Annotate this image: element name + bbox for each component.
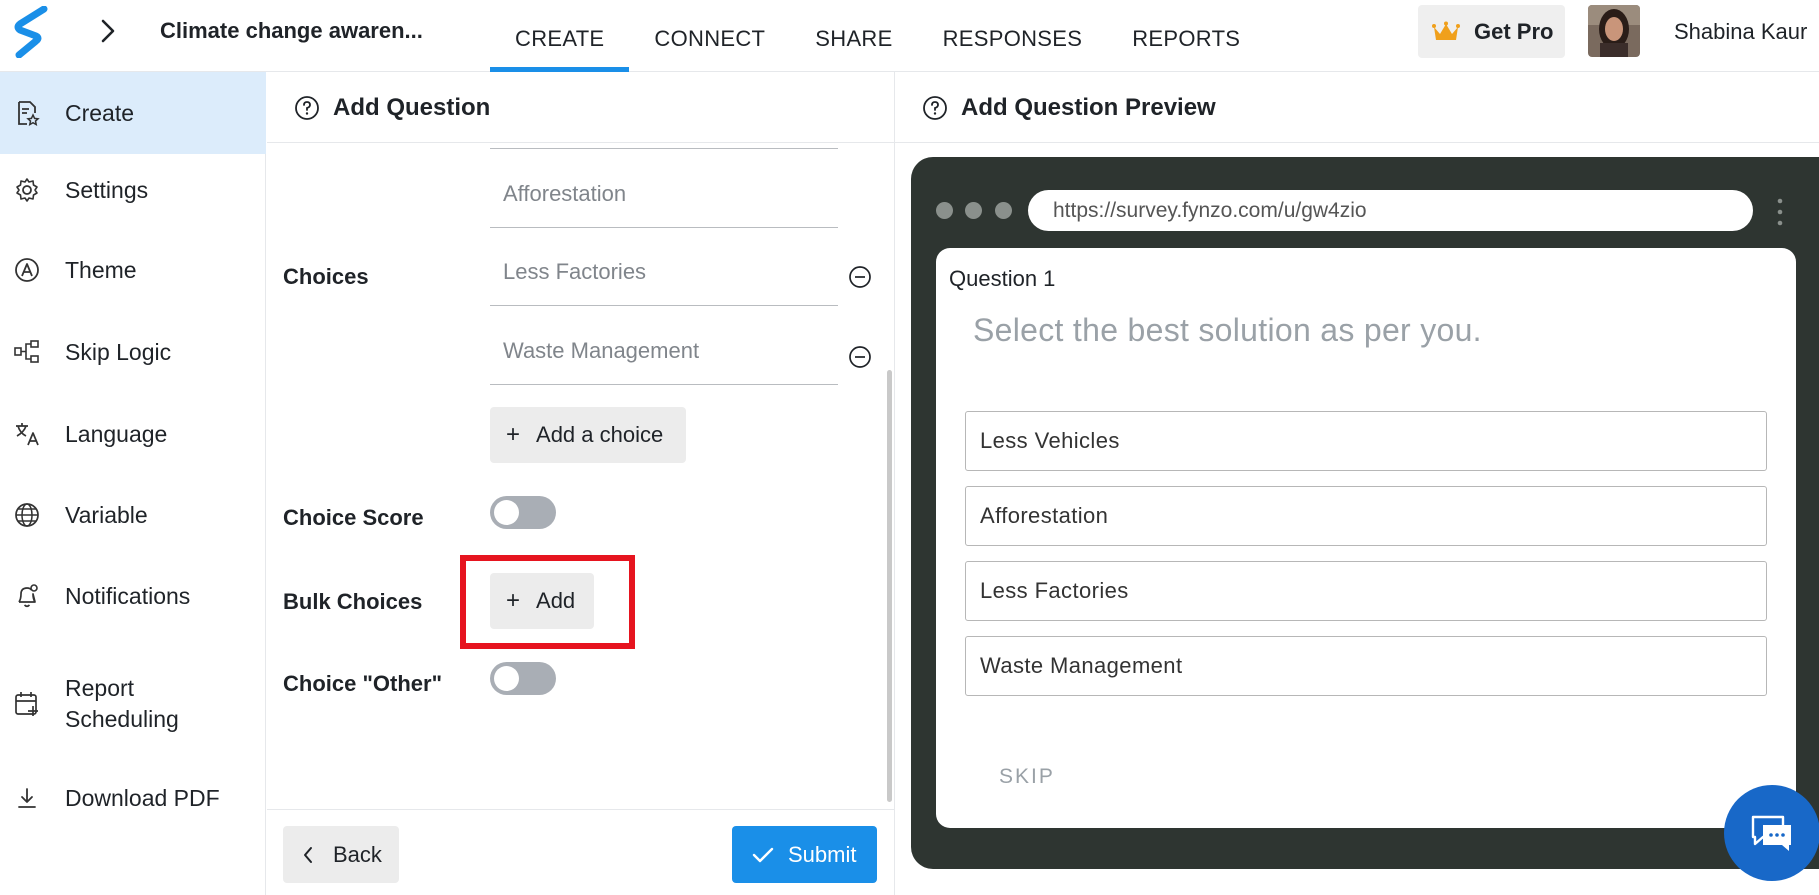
sidebar-item-language[interactable]: Language xyxy=(0,402,266,466)
theme-icon xyxy=(15,258,39,282)
download-icon xyxy=(18,788,36,808)
preview-header: Add Question Preview xyxy=(895,73,1819,143)
preview-option[interactable]: Afforestation xyxy=(965,486,1767,546)
sidebar-item-settings[interactable]: Settings xyxy=(0,158,266,222)
chat-widget-button[interactable] xyxy=(1724,785,1819,881)
chevron-left-icon xyxy=(304,846,312,863)
skip-button[interactable]: SKIP xyxy=(999,765,1055,789)
panel-divider xyxy=(894,72,895,895)
chevron-right-icon[interactable] xyxy=(96,16,120,46)
sidebar-item-theme[interactable]: Theme xyxy=(0,238,266,302)
choice-other-label: Choice "Other" xyxy=(283,671,442,696)
choice-input[interactable]: Less Factories xyxy=(490,238,838,306)
create-form-icon xyxy=(18,101,40,126)
top-bar: Climate change awaren... CREATE CONNECT … xyxy=(0,0,1819,72)
window-dot xyxy=(936,202,953,219)
add-choice-label: Add a choice xyxy=(536,422,664,447)
sidebar-item-label: Download PDF xyxy=(65,784,220,811)
calendar-icon xyxy=(15,692,38,716)
translate-icon xyxy=(16,423,39,446)
bulk-choices-label: Bulk Choices xyxy=(283,589,423,614)
back-button[interactable]: Back xyxy=(283,826,399,883)
remove-choice-icon[interactable] xyxy=(848,265,872,289)
gear-icon xyxy=(16,178,38,202)
help-circle-icon xyxy=(923,95,947,120)
help-circle-icon xyxy=(295,95,319,120)
window-dot xyxy=(995,202,1012,219)
sidebar-item-create[interactable]: Create xyxy=(0,72,266,154)
toggle-knob xyxy=(494,500,519,525)
highlight-box xyxy=(460,555,635,649)
choice-input[interactable]: Waste Management xyxy=(490,317,838,385)
sidebar-item-label: Settings xyxy=(65,176,149,203)
preview-option[interactable]: Waste Management xyxy=(965,636,1767,696)
check-icon xyxy=(752,847,774,862)
submit-label: Submit xyxy=(788,841,857,867)
tab-connect[interactable]: CONNECT xyxy=(629,0,790,72)
globe-icon xyxy=(15,503,39,527)
question-number: Question 1 xyxy=(949,266,1056,291)
preview-title: Add Question Preview xyxy=(961,93,1216,121)
submit-button[interactable]: Submit xyxy=(732,826,877,883)
sidebar-item-skip-logic[interactable]: Skip Logic xyxy=(0,320,266,384)
choice-other-toggle[interactable] xyxy=(490,662,556,695)
sidebar: Create Settings Theme Skip Logic Languag… xyxy=(0,72,266,895)
preview-option[interactable]: Less Vehicles xyxy=(965,411,1767,471)
user-name[interactable]: Shabina Kaur xyxy=(1674,19,1807,45)
crown-icon xyxy=(1432,21,1460,40)
choice-field-divider xyxy=(490,148,838,149)
avatar[interactable] xyxy=(1588,5,1640,57)
survey-title[interactable]: Climate change awaren... xyxy=(160,18,423,44)
preview-option[interactable]: Less Factories xyxy=(965,561,1767,621)
sidebar-item-report-scheduling[interactable]: Report Scheduling xyxy=(0,662,266,746)
main-nav: CREATE CONNECT SHARE RESPONSES REPORTS xyxy=(490,0,1265,72)
preview-url-bar: https://survey.fynzo.com/u/gw4zio xyxy=(1028,190,1753,231)
sidebar-item-variable[interactable]: Variable xyxy=(0,483,266,547)
choice-input[interactable]: Afforestation xyxy=(490,160,838,228)
sidebar-item-label: Create xyxy=(65,99,135,126)
sidebar-item-label: Skip Logic xyxy=(65,338,172,365)
sidebar-item-label: Report Scheduling xyxy=(65,675,179,732)
toggle-knob xyxy=(494,666,519,691)
get-pro-button[interactable]: Get Pro xyxy=(1418,5,1565,58)
editor-header: Add Question xyxy=(267,73,894,143)
chat-bubble-icon xyxy=(1751,815,1791,851)
bell-icon xyxy=(18,584,38,608)
tab-responses[interactable]: RESPONSES xyxy=(918,0,1108,72)
choice-score-label: Choice Score xyxy=(283,505,424,530)
sidebar-item-notifications[interactable]: Notifications xyxy=(0,564,266,628)
choices-label: Choices xyxy=(283,264,369,289)
tab-share[interactable]: SHARE xyxy=(790,0,917,72)
tab-reports[interactable]: REPORTS xyxy=(1107,0,1265,72)
tab-create[interactable]: CREATE xyxy=(490,0,630,72)
sidebar-item-label: Theme xyxy=(65,256,137,283)
fynzo-logo-icon[interactable] xyxy=(14,6,50,58)
choice-score-toggle[interactable] xyxy=(490,496,556,529)
get-pro-label: Get Pro xyxy=(1474,18,1554,44)
sidebar-item-label: Notifications xyxy=(65,582,191,609)
window-dot xyxy=(965,202,982,219)
editor-title: Add Question xyxy=(333,93,491,121)
sidebar-item-label: Variable xyxy=(65,501,148,528)
back-label: Back xyxy=(333,841,382,867)
editor-scrollbar[interactable] xyxy=(887,370,892,802)
add-choice-button[interactable]: + Add a choice xyxy=(490,407,686,463)
sidebar-item-download-pdf[interactable]: Download PDF xyxy=(0,766,266,830)
question-text: Select the best solution as per you. xyxy=(973,312,1482,348)
kebab-menu-icon xyxy=(1777,198,1783,226)
remove-choice-icon[interactable] xyxy=(848,345,872,369)
skip-logic-icon xyxy=(14,340,39,363)
sidebar-item-label: Language xyxy=(65,420,168,447)
plus-icon: + xyxy=(506,421,521,448)
